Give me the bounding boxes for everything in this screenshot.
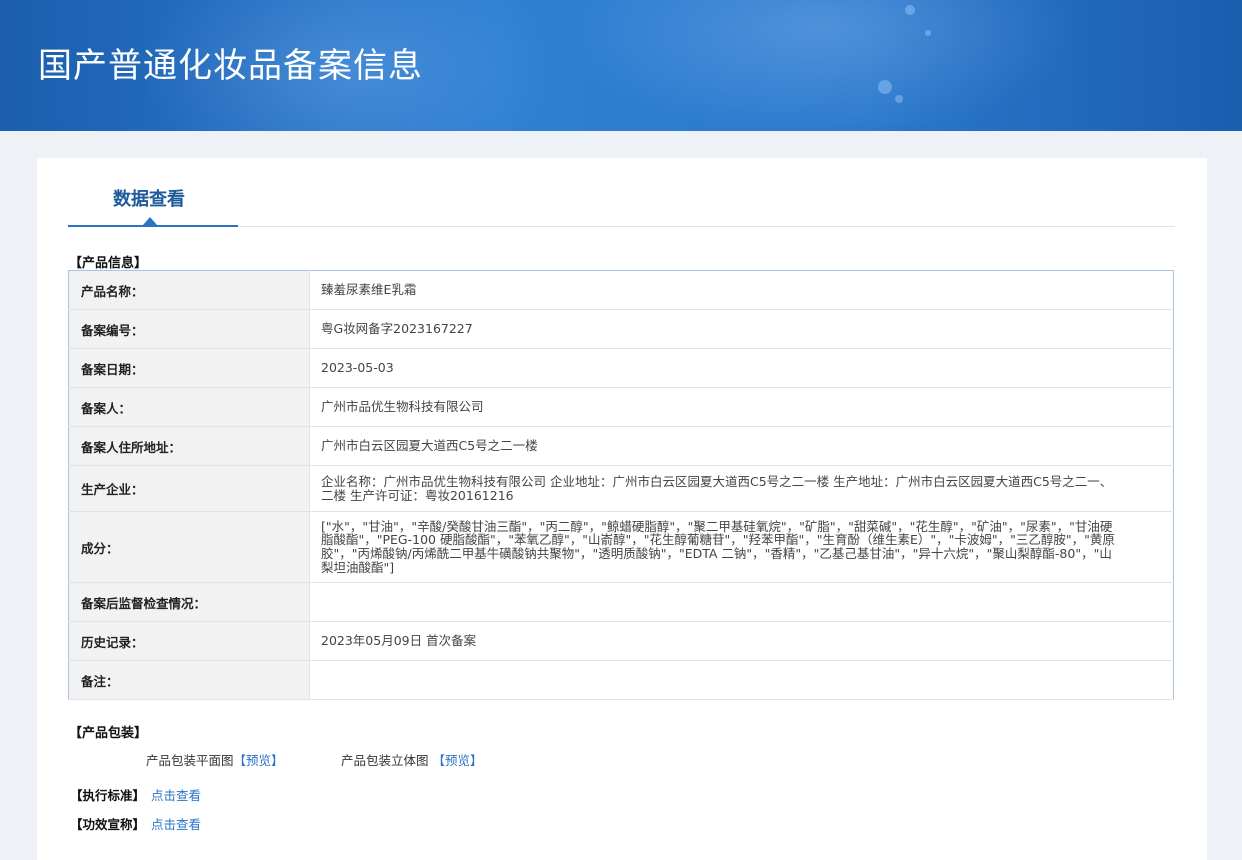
- packaging-stereo-item: 产品包装立体图 【预览】: [341, 750, 483, 769]
- field-value: 粤G妆网备字2023167227: [309, 309, 1174, 349]
- field-label: 产品名称：: [68, 270, 310, 310]
- banner-decoration: [895, 95, 903, 103]
- table-row: 备案日期： 2023-05-03: [68, 348, 1174, 388]
- banner-decoration: [925, 30, 931, 36]
- field-value: ["水"，"甘油"，"辛酸/癸酸甘油三酯"，"丙二醇"，"鲸蜡硬脂醇"，"聚二甲…: [309, 511, 1174, 583]
- banner-decoration: [905, 5, 915, 15]
- field-label: 生产企业：: [68, 465, 310, 512]
- efficacy-row: 【功效宣称】 点击查看: [70, 814, 201, 833]
- standard-view-link[interactable]: 点击查看: [151, 788, 201, 803]
- packaging-stereo-label: 产品包装立体图: [341, 753, 429, 768]
- field-label: 备案编号：: [68, 309, 310, 349]
- field-value: 企业名称：广州市品优生物科技有限公司 企业地址：广州市白云区园夏大道西C5号之二…: [309, 465, 1174, 512]
- field-value: [309, 660, 1174, 700]
- tab-bar: 数据查看: [68, 158, 1175, 227]
- standard-label: 【执行标准】: [70, 788, 146, 803]
- header-banner: 国产普通化妆品备案信息: [0, 0, 1242, 131]
- page-title: 国产普通化妆品备案信息: [38, 46, 423, 86]
- field-value: [309, 582, 1174, 622]
- field-label: 备案后监督检查情况：: [68, 582, 310, 622]
- packaging-flat-label: 产品包装平面图: [146, 753, 234, 768]
- table-row: 备案人住所地址： 广州市白云区园夏大道西C5号之二一楼: [68, 426, 1174, 466]
- field-label: 备案日期：: [68, 348, 310, 388]
- field-label: 备案人：: [68, 387, 310, 427]
- product-info-table: 产品名称： 臻羞尿素维E乳霜 备案编号： 粤G妆网备字2023167227 备案…: [68, 270, 1174, 700]
- banner-decoration: [878, 80, 892, 94]
- field-value: 广州市品优生物科技有限公司: [309, 387, 1174, 427]
- content-card: 数据查看 【产品信息】 产品名称： 臻羞尿素维E乳霜 备案编号： 粤G妆网备字2…: [37, 158, 1207, 860]
- efficacy-view-link[interactable]: 点击查看: [151, 817, 201, 832]
- banner-decoration: [560, 0, 1080, 131]
- table-row: 成分： ["水"，"甘油"，"辛酸/癸酸甘油三酯"，"丙二醇"，"鲸蜡硬脂醇"，…: [68, 511, 1174, 583]
- tab-data-view[interactable]: 数据查看: [68, 158, 238, 227]
- tab-label: 数据查看: [113, 189, 185, 210]
- section-title-product-info: 【产品信息】: [69, 256, 148, 271]
- field-value: 臻羞尿素维E乳霜: [309, 270, 1174, 310]
- efficacy-label: 【功效宣称】: [70, 817, 146, 832]
- packaging-flat-item: 产品包装平面图【预览】: [146, 750, 284, 769]
- table-row: 生产企业： 企业名称：广州市品优生物科技有限公司 企业地址：广州市白云区园夏大道…: [68, 465, 1174, 512]
- table-row: 历史记录： 2023年05月09日 首次备案: [68, 621, 1174, 661]
- field-label: 备案人住所地址：: [68, 426, 310, 466]
- field-label: 备注：: [68, 660, 310, 700]
- table-row: 备案后监督检查情况：: [68, 582, 1174, 622]
- tab-active-indicator-icon: [143, 217, 157, 225]
- standard-row: 【执行标准】 点击查看: [70, 785, 201, 804]
- table-row: 产品名称： 臻羞尿素维E乳霜: [68, 270, 1174, 310]
- field-label: 历史记录：: [68, 621, 310, 661]
- table-row: 备注：: [68, 660, 1174, 700]
- section-title-packaging: 【产品包装】: [69, 726, 148, 741]
- table-row: 备案人： 广州市品优生物科技有限公司: [68, 387, 1174, 427]
- preview-flat-link[interactable]: 【预览】: [234, 753, 284, 768]
- field-value: 广州市白云区园夏大道西C5号之二一楼: [309, 426, 1174, 466]
- field-value: 2023年05月09日 首次备案: [309, 621, 1174, 661]
- field-label: 成分：: [68, 511, 310, 583]
- table-row: 备案编号： 粤G妆网备字2023167227: [68, 309, 1174, 349]
- preview-stereo-link[interactable]: 【预览】: [433, 753, 483, 768]
- field-value: 2023-05-03: [309, 348, 1174, 388]
